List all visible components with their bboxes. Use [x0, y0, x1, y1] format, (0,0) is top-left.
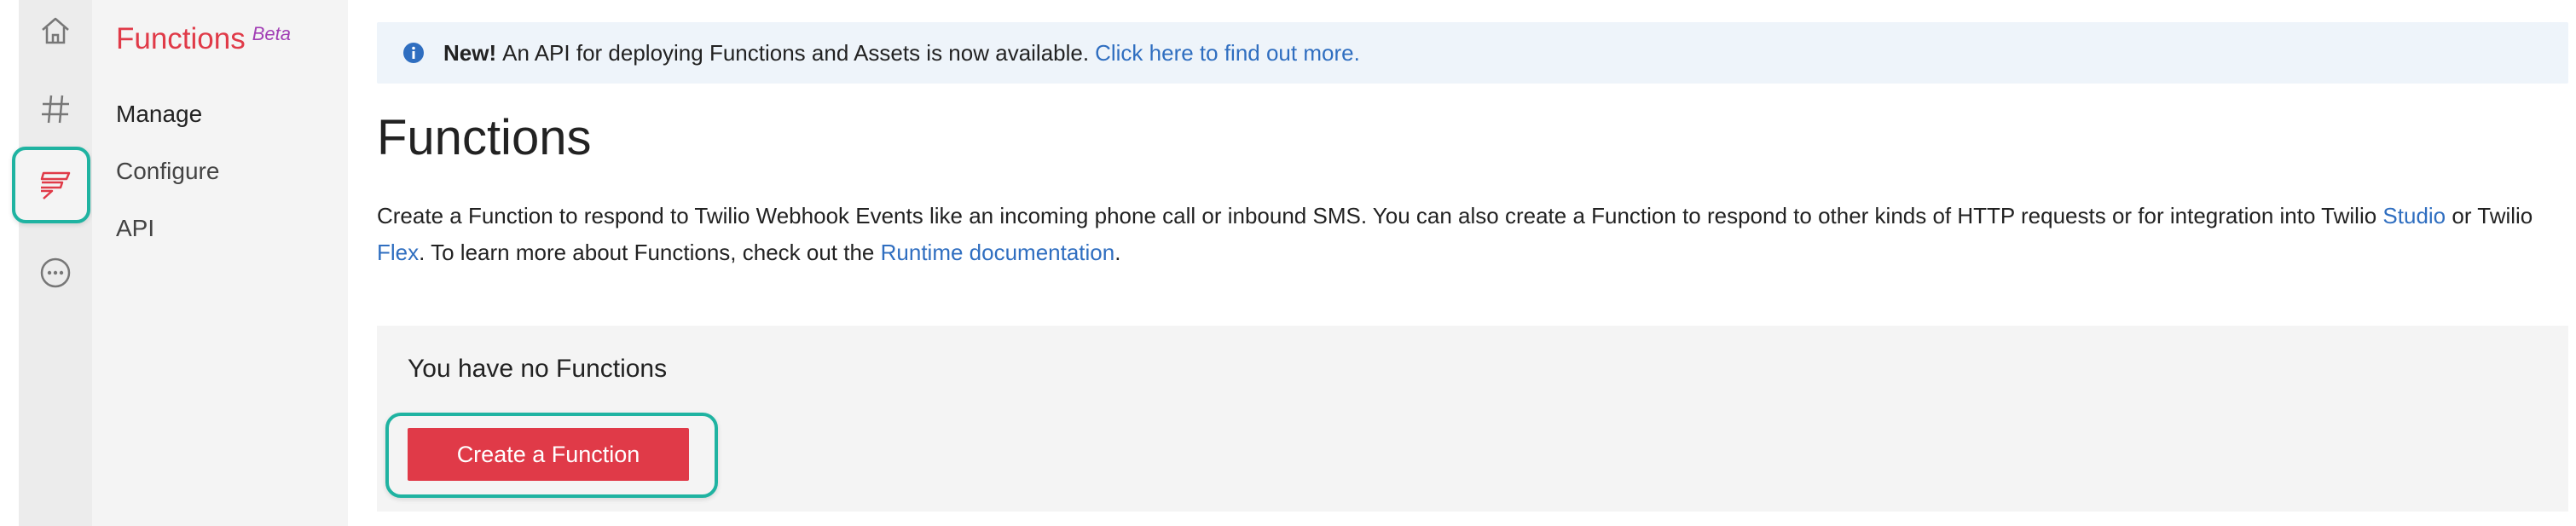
- nav-title: Functions Beta: [116, 22, 291, 56]
- info-banner: New! An API for deploying Functions and …: [377, 22, 2568, 84]
- nav-item-configure[interactable]: Configure: [116, 158, 219, 185]
- flex-link[interactable]: Flex: [377, 240, 419, 265]
- info-icon: [402, 42, 425, 64]
- beta-badge: Beta: [252, 23, 292, 44]
- description-text-1: Create a Function to respond to Twilio W…: [377, 203, 2383, 228]
- empty-state-panel: You have no Functions Create a Function: [377, 326, 2568, 512]
- description-text-2: or Twilio: [2446, 203, 2533, 228]
- banner-link[interactable]: Click here to find out more.: [1095, 40, 1360, 66]
- banner-text: An API for deploying Functions and Asset…: [502, 39, 1090, 66]
- description-text-3: . To learn more about Functions, check o…: [419, 240, 881, 265]
- icon-rail: [0, 0, 92, 526]
- nav-item-manage[interactable]: Manage: [116, 101, 202, 128]
- empty-state-title: You have no Functions: [408, 355, 668, 383]
- secondary-nav: Functions Beta Manage Configure API: [92, 0, 348, 526]
- page-title: Functions: [377, 110, 592, 165]
- main-content: New! An API for deploying Functions and …: [348, 0, 2576, 526]
- nav-item-api[interactable]: API: [116, 215, 154, 242]
- home-icon[interactable]: [19, 5, 92, 56]
- page-description: Create a Function to respond to Twilio W…: [377, 198, 2560, 271]
- functions-icon[interactable]: [19, 159, 92, 211]
- runtime-docs-link[interactable]: Runtime documentation: [881, 240, 1115, 265]
- nav-title-text: Functions: [116, 22, 246, 55]
- more-icon[interactable]: [19, 247, 92, 298]
- description-text-4: .: [1114, 240, 1121, 265]
- banner-new-label: New!: [443, 39, 497, 66]
- studio-link[interactable]: Studio: [2382, 203, 2446, 228]
- hashtag-icon[interactable]: [19, 84, 92, 135]
- create-function-button[interactable]: Create a Function: [408, 428, 689, 481]
